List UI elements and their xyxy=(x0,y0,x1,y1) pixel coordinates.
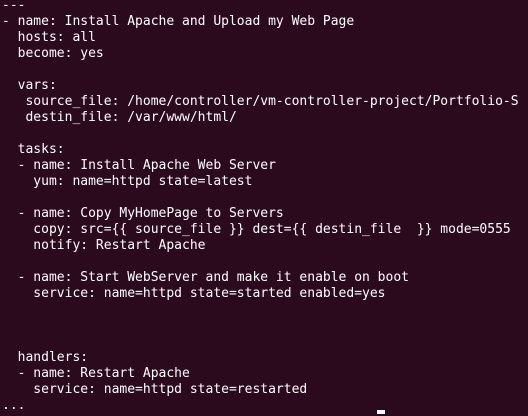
code-line: - name: Install Apache and Upload my Web… xyxy=(2,14,355,29)
code-line: destin_file: /var/www/html/ xyxy=(2,110,237,125)
code-line: ... xyxy=(2,398,26,413)
code-line: --- xyxy=(2,0,26,13)
code-line: source_file: /home/controller/vm-control… xyxy=(2,94,519,109)
terminal-window[interactable]: --- - name: Install Apache and Upload my… xyxy=(0,0,528,416)
code-line: become: yes xyxy=(2,46,104,61)
code-line: - name: Restart Apache xyxy=(2,366,190,381)
code-line: service: name=httpd state=restarted xyxy=(2,382,308,397)
code-line: tasks: xyxy=(2,142,65,157)
code-line: handlers: xyxy=(2,350,89,365)
code-line: - name: Install Apache Web Server xyxy=(2,158,276,173)
code-line: copy: src={{ source_file }} dest={{ dest… xyxy=(2,222,511,237)
code-line: hosts: all xyxy=(2,30,96,45)
code-line: - name: Start WebServer and make it enab… xyxy=(2,270,409,285)
code-line: service: name=httpd state=started enable… xyxy=(2,286,386,301)
code-line: - name: Copy MyHomePage to Servers xyxy=(2,206,284,221)
code-line: notify: Restart Apache xyxy=(2,238,206,253)
code-line: vars: xyxy=(2,78,57,93)
code-line: yum: name=httpd state=latest xyxy=(2,174,253,189)
text-cursor xyxy=(377,410,385,414)
